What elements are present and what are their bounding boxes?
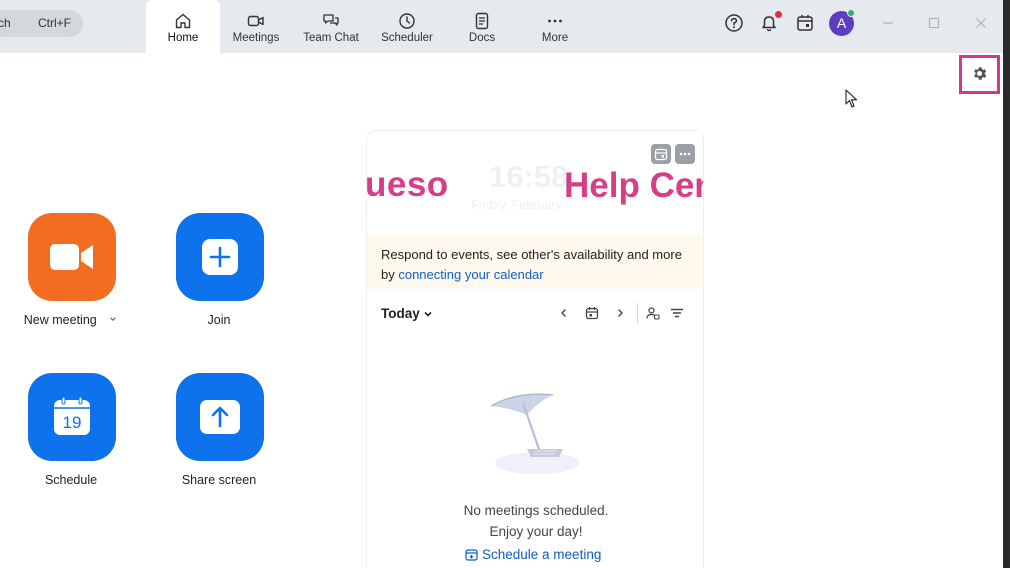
share-screen-label: Share screen [181, 473, 257, 487]
schedule-meeting-link[interactable]: Schedule a meeting [465, 547, 601, 562]
maximize-icon[interactable] [927, 16, 941, 30]
tab-meetings-label: Meetings [232, 32, 280, 44]
search-box[interactable]: ch Ctrl+F [0, 10, 83, 37]
clock-icon [399, 13, 415, 29]
window-edge [1003, 0, 1010, 568]
calendar-notice: Respond to events, see other's availabil… [367, 235, 703, 289]
today-dropdown[interactable]: Today [381, 306, 433, 321]
new-meeting-label-wrap: New meeting [0, 313, 146, 327]
calendar-toolbar: Today [367, 299, 703, 327]
notification-dot [775, 11, 782, 18]
home-icon [175, 13, 191, 29]
empty-state-title: No meetings scheduled. [463, 503, 609, 518]
chevron-left-icon[interactable] [557, 306, 571, 320]
share-screen-button[interactable] [176, 373, 264, 461]
upload-arrow-icon [200, 400, 240, 434]
search-shortcut: Ctrl+F [38, 16, 71, 30]
join-button[interactable] [176, 213, 264, 301]
help-icon[interactable] [723, 12, 745, 34]
tab-meetings[interactable]: Meetings [219, 0, 293, 53]
presence-status-dot [847, 9, 855, 17]
calendar-icon[interactable] [794, 12, 816, 34]
tab-docs[interactable]: Docs [445, 0, 519, 53]
search-text: ch [0, 16, 11, 30]
settings-button[interactable] [959, 55, 1000, 94]
tab-more[interactable]: More [518, 0, 592, 53]
filter-icon[interactable] [670, 306, 684, 320]
join-label: Join [207, 313, 231, 327]
calendar-icon [654, 148, 668, 161]
banner-left-text: ueso [367, 165, 449, 204]
mouse-cursor [845, 89, 858, 108]
empty-state-subtitle: Enjoy your day! [489, 524, 583, 539]
video-camera-icon [50, 244, 93, 270]
schedule-meeting-label: Schedule a meeting [482, 547, 602, 562]
calendar-day: 19 [63, 413, 82, 432]
calendar-add-icon [465, 549, 478, 561]
tab-home[interactable]: Home [146, 0, 220, 53]
banner-clock: 16:58 [489, 159, 569, 194]
minimize-icon[interactable] [881, 16, 895, 30]
toolbar-divider [637, 303, 638, 323]
banner-right-text: Help Cen [564, 166, 704, 205]
chevron-right-icon[interactable] [613, 306, 627, 320]
banner-calendar-button[interactable] [651, 144, 671, 164]
tab-scheduler-label: Scheduler [381, 32, 433, 44]
gear-icon [974, 67, 987, 80]
schedule-label: Schedule [44, 473, 98, 487]
document-icon [475, 12, 489, 30]
chat-bubbles-icon [323, 14, 339, 26]
more-dots-icon [679, 152, 691, 156]
banner-more-button[interactable] [675, 144, 695, 164]
more-dots-icon [548, 19, 562, 23]
tab-scheduler[interactable]: Scheduler [370, 0, 444, 53]
calendar-picker-icon[interactable] [585, 306, 599, 320]
close-icon[interactable] [974, 16, 988, 30]
schedule-button[interactable]: 19 [28, 373, 116, 461]
tab-docs-label: Docs [468, 32, 496, 44]
chevron-down-icon [424, 312, 432, 318]
new-meeting-label: New meeting [23, 313, 97, 327]
chevron-down-icon[interactable] [108, 314, 118, 324]
plus-icon [202, 239, 238, 275]
tab-home-label: Home [167, 32, 199, 44]
beach-umbrella-illustration [490, 393, 579, 474]
calendar-panel: ueso 16:58 Friday, February Help Cen Res… [366, 130, 704, 568]
connect-calendar-link[interactable]: connecting your calendar [398, 267, 543, 282]
tab-more-label: More [541, 32, 569, 44]
banner-date: Friday, February [471, 198, 562, 212]
new-meeting-button[interactable] [28, 213, 116, 301]
calendar-19-icon: 19 [54, 396, 90, 435]
banner-background: ueso 16:58 Friday, February Help Cen [367, 131, 704, 235]
tab-team-chat[interactable]: Team Chat [294, 0, 368, 53]
video-camera-icon [247, 15, 264, 27]
tab-team-chat-label: Team Chat [303, 32, 359, 44]
people-icon[interactable] [646, 306, 660, 320]
today-label: Today [381, 306, 420, 321]
top-bar: ch Ctrl+F Home Meetings Team Chat Schedu… [0, 0, 1010, 53]
